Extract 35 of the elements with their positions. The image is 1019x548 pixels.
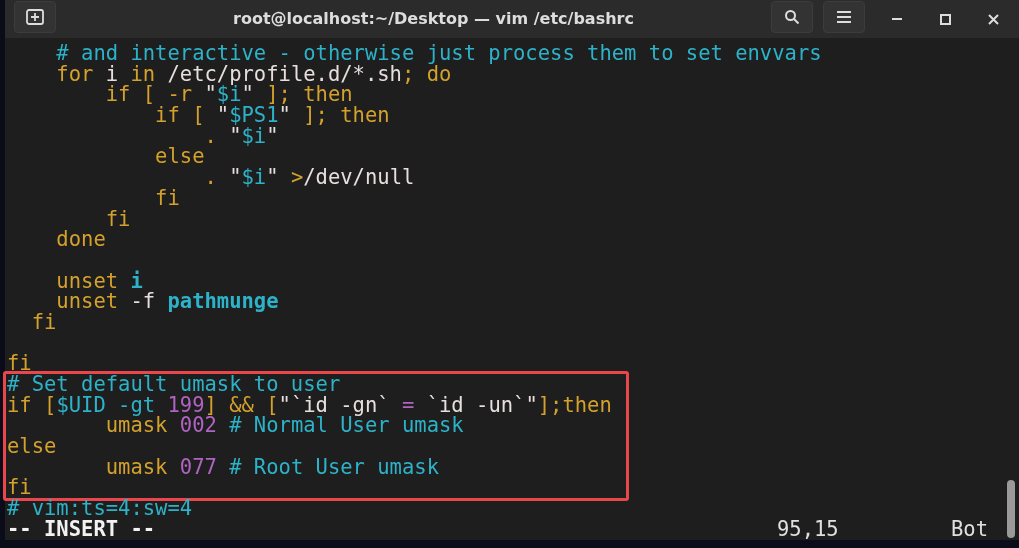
code-line: unset -f pathmunge bbox=[55, 291, 279, 312]
code-line: done bbox=[55, 229, 106, 250]
code-line: . "$i" bbox=[204, 125, 279, 147]
code-line: if [ -r "$i" ]; then bbox=[104, 84, 353, 106]
code-line: umask 002 # Normal User umask bbox=[105, 415, 464, 437]
code-line: # Set default umask to user bbox=[7, 374, 341, 395]
code-line: unset i bbox=[55, 270, 143, 292]
code-line: fi bbox=[7, 353, 32, 374]
search-button[interactable] bbox=[771, 1, 813, 33]
code-line: # and interactive - otherwise just process them to set envvars bbox=[55, 43, 822, 64]
scrollbar-thumb[interactable] bbox=[1007, 480, 1015, 538]
menu-icon bbox=[837, 11, 851, 23]
search-icon bbox=[784, 9, 800, 25]
maximize-icon bbox=[939, 13, 951, 25]
code-line: . "$i" >/dev/null bbox=[203, 167, 415, 188]
code-line: fi bbox=[154, 187, 180, 209]
code-line: fi bbox=[105, 208, 131, 230]
code-line: # vim:ts=4:sw=4 bbox=[7, 498, 193, 519]
mode-indicator: -- INSERT -- bbox=[7, 518, 157, 540]
code-line: fi bbox=[30, 311, 57, 333]
code-line: fi bbox=[7, 477, 32, 499]
code-line: if [ "$PS1" ]; then bbox=[154, 105, 390, 126]
scroll-position: Bot bbox=[951, 518, 989, 540]
window-title: root@localhost:~/Desktop — vim /etc/bashrc bbox=[233, 8, 634, 30]
close-icon bbox=[987, 13, 999, 25]
code-line: for i in /etc/profile.d/*.sh; do bbox=[55, 63, 452, 85]
code-line: else bbox=[7, 436, 57, 457]
cursor-position: 95,15 bbox=[777, 518, 840, 540]
code-line: if [$UID -gt 199] && ["`id -gn` = `id -un`"];then bbox=[7, 394, 612, 416]
minimize-icon bbox=[892, 17, 902, 21]
code-line: else bbox=[154, 146, 205, 168]
new-tab-icon bbox=[26, 9, 44, 25]
code-line: umask 077 # Root User umask bbox=[104, 456, 439, 478]
new-tab-button[interactable] bbox=[14, 1, 56, 33]
menu-button[interactable] bbox=[823, 1, 865, 33]
